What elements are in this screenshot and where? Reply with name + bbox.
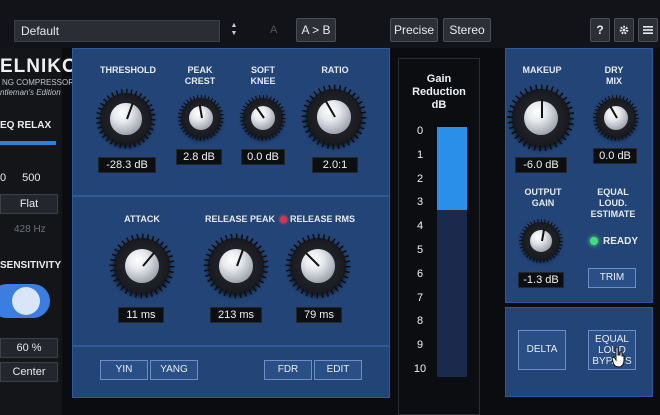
attack-label: ATTACK xyxy=(124,214,160,224)
gain-reduction-meter: Gain Reduction dB 0 1 2 3 4 5 6 7 8 9 10 xyxy=(398,58,480,415)
release-rms-label: RELEASE RMS xyxy=(290,214,356,224)
sensitivity-toggle[interactable] xyxy=(0,284,50,318)
soft-knee-value[interactable]: 0.0 dB xyxy=(241,149,285,165)
gear-icon[interactable] xyxy=(614,18,634,42)
soft-knee-knob[interactable] xyxy=(243,98,283,138)
meter-tick-7: 7 xyxy=(416,291,424,304)
meter-tick-2: 2 xyxy=(416,172,424,185)
meter-tick-1: 1 xyxy=(416,148,424,161)
output-gain-label: OUTPUT GAIN xyxy=(524,187,562,208)
meter-tick-8: 8 xyxy=(416,315,424,328)
meter-tick-3: 3 xyxy=(416,196,424,209)
preset-select[interactable]: Default xyxy=(14,20,220,42)
left-panel: ELNIKOV NG COMPRESSOR ntleman's Edition … xyxy=(0,48,90,415)
makeup-knob[interactable] xyxy=(512,89,570,147)
ratio-value[interactable]: 2.0:1 xyxy=(312,157,358,173)
ab-copy-button[interactable]: A > B xyxy=(296,18,336,42)
stereo-button[interactable]: Stereo xyxy=(443,18,491,42)
release-peak-value[interactable]: 213 ms xyxy=(210,307,262,323)
yang-button[interactable]: YANG xyxy=(150,360,198,380)
peak-crest-knob[interactable] xyxy=(181,98,221,138)
ready-led xyxy=(590,237,598,245)
ratio-label: RATIO xyxy=(321,65,349,75)
edit-button[interactable]: EDIT xyxy=(314,360,362,380)
meter-tick-5: 5 xyxy=(416,244,424,256)
peak-crest-label: PEAK CREST xyxy=(184,65,216,86)
meter-tick-4: 4 xyxy=(416,220,424,233)
release-peak-label: RELEASE PEAK xyxy=(204,214,275,224)
center-button[interactable]: Center xyxy=(0,362,58,382)
ready-status: READY xyxy=(603,236,639,247)
meter-tick-9: 9 xyxy=(416,339,424,352)
flat-button[interactable]: Flat xyxy=(0,194,58,214)
meter-fill xyxy=(437,127,467,210)
output-gain-value[interactable]: -1.3 dB xyxy=(518,272,564,288)
threshold-label: THRESHOLD xyxy=(100,65,156,75)
release-rms-value[interactable]: 79 ms xyxy=(296,307,342,323)
delta-button[interactable]: DELTA xyxy=(518,330,566,370)
brand-edition: ntleman's Edition xyxy=(0,88,61,97)
peak-crest-value[interactable]: 2.8 dB xyxy=(176,149,222,165)
menu-icon[interactable] xyxy=(638,18,658,42)
threshold-value[interactable]: -28.3 dB xyxy=(98,157,156,173)
attack-value[interactable]: 11 ms xyxy=(118,307,164,323)
help-button[interactable]: ? xyxy=(590,18,610,42)
meter-title: Gain Reduction dB xyxy=(412,73,466,111)
release-peak-knob[interactable] xyxy=(208,238,264,294)
brand-subtitle: NG COMPRESSOR xyxy=(2,78,75,87)
soft-knee-label: SOFT KNEE xyxy=(250,65,276,86)
eq-relax-slider[interactable] xyxy=(0,141,56,145)
eq-relax-range: 0 500 xyxy=(0,172,41,184)
eq-relax-label: EQ RELAX xyxy=(0,120,52,131)
sensitivity-label: SENSITIVITY xyxy=(0,260,62,271)
meter-tick-6: 6 xyxy=(416,267,424,280)
hand-cursor-icon xyxy=(611,346,625,368)
release-rms-knob[interactable] xyxy=(290,238,346,294)
frequency-readout: 428 Hz xyxy=(14,224,46,235)
makeup-label: MAKEUP xyxy=(522,65,562,75)
top-bar: Default ▲ ▼ A A > B Precise Stereo ? xyxy=(0,0,660,48)
preset-arrows-icon[interactable]: ▲ ▼ xyxy=(224,22,244,42)
toggle-thumb xyxy=(12,287,40,315)
release-mode-led[interactable] xyxy=(280,216,287,223)
fdr-button[interactable]: FDR xyxy=(264,360,312,380)
ab-slot-label: A xyxy=(270,24,278,36)
dry-mix-label: DRY MIX xyxy=(604,65,624,86)
precise-button[interactable]: Precise xyxy=(390,18,438,42)
threshold-knob[interactable] xyxy=(100,93,152,145)
ratio-knob[interactable] xyxy=(306,89,362,145)
dry-mix-value[interactable]: 0.0 dB xyxy=(593,148,637,164)
meter-track xyxy=(437,127,467,377)
yin-button[interactable]: YIN xyxy=(100,360,148,380)
meter-tick-10: 10 xyxy=(413,363,427,375)
meter-tick-0: 0 xyxy=(416,125,424,137)
attack-knob[interactable] xyxy=(114,238,170,294)
sensitivity-value[interactable]: 60 % xyxy=(0,338,58,358)
trim-button[interactable]: TRIM xyxy=(588,268,636,288)
makeup-value[interactable]: -6.0 dB xyxy=(515,157,567,173)
output-gain-knob[interactable] xyxy=(522,222,560,260)
equal-loudness-label: EQUAL LOUD. ESTIMATE xyxy=(590,187,636,219)
dry-mix-knob[interactable] xyxy=(596,98,636,138)
